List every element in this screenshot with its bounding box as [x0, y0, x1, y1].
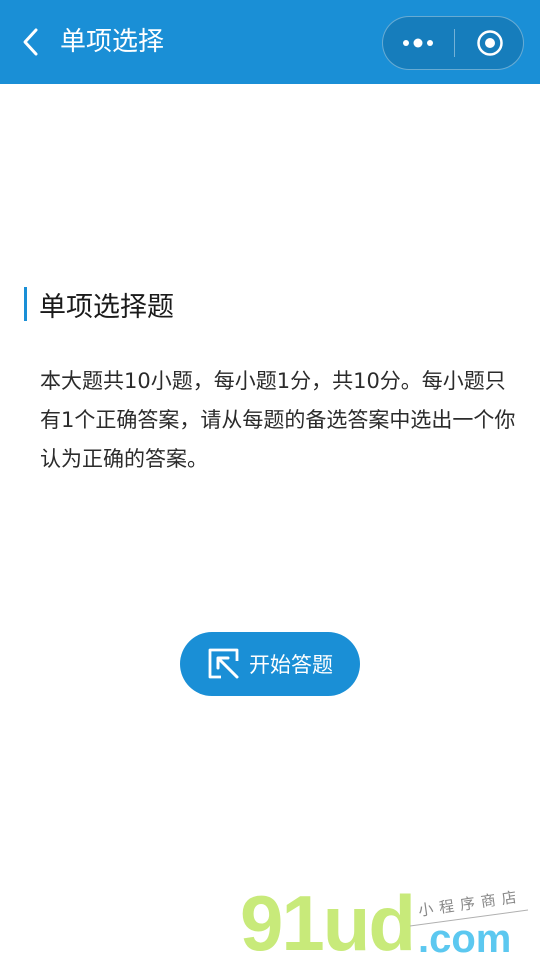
close-button[interactable] — [455, 17, 525, 69]
cursor-click-icon — [207, 647, 241, 681]
svg-text:小程序商店: 小程序商店 — [417, 887, 523, 919]
heading-accent-bar — [24, 287, 27, 321]
back-button[interactable] — [14, 24, 48, 60]
start-quiz-button[interactable]: 开始答题 — [180, 632, 360, 696]
start-quiz-label: 开始答题 — [249, 653, 333, 677]
section-heading: 单项选择题 — [24, 286, 174, 323]
more-button[interactable] — [383, 17, 453, 69]
page-title: 单项选择 — [60, 27, 165, 57]
instructions-text: 本大题共10小题，每小题1分，共10分。每小题只有1个正确答案，请从每题的备选答… — [40, 369, 516, 471]
mini-program-close-icon — [477, 30, 503, 56]
chevron-left-icon — [23, 28, 38, 56]
more-dots-icon — [403, 38, 433, 48]
mini-program-capsule — [382, 16, 524, 70]
section-title: 单项选择题 — [39, 291, 174, 323]
svg-text:91ud: 91ud — [240, 880, 414, 958]
navigation-bar: 单项选择 — [0, 0, 540, 84]
watermark-logo: 91ud .com 小程序商店 — [240, 879, 530, 960]
